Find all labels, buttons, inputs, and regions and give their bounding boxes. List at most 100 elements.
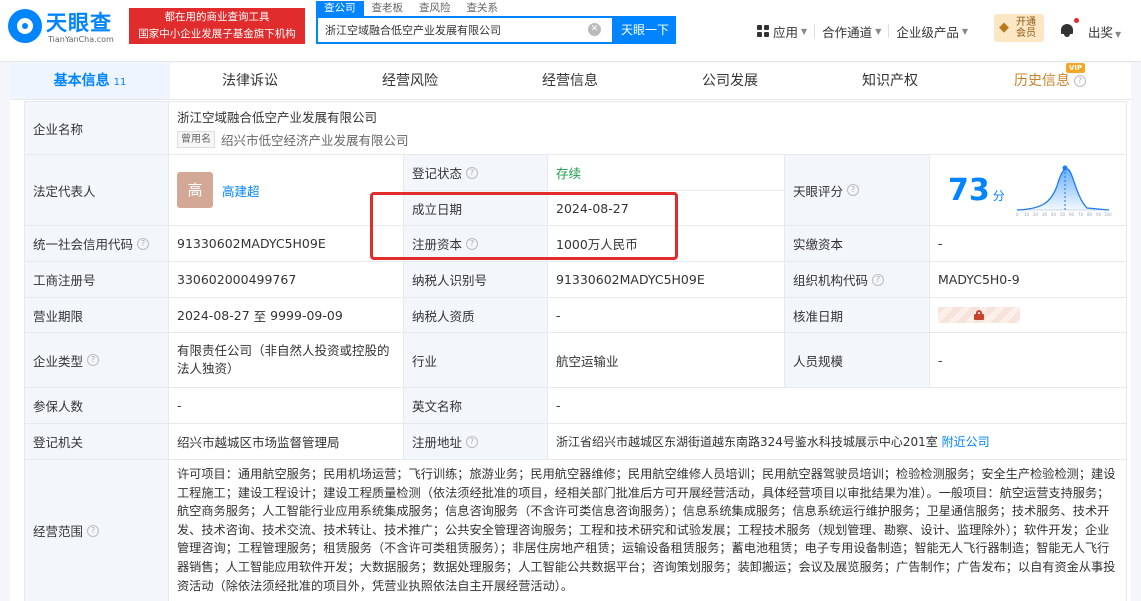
score-label: 天眼评分?	[785, 155, 930, 226]
used-name: 绍兴市低空经济产业发展有限公司	[221, 133, 409, 148]
tab-basic-info[interactable]: 基本信息 11	[10, 63, 170, 99]
avatar[interactable]: 高	[177, 172, 213, 208]
help-icon[interactable]: ?	[137, 237, 150, 250]
tab-development[interactable]: 公司发展	[650, 63, 810, 99]
lock-icon	[974, 310, 984, 320]
header-nav: 应用 ▼ 合作通道 ▼ 企业级产品 ▼	[757, 21, 968, 41]
tab-operations[interactable]: 经营信息	[490, 63, 650, 99]
search-tab-boss[interactable]: 查老板	[364, 1, 412, 16]
vip-line-2: 会员	[1016, 28, 1036, 39]
english-name-label: 英文名称	[404, 388, 548, 424]
help-icon[interactable]: ?	[87, 524, 100, 537]
svg-text:0: 0	[1016, 212, 1019, 217]
enterprise-label: 企业级产品	[896, 24, 959, 40]
svg-text:20: 20	[1033, 212, 1039, 217]
brand-logo[interactable]: 天眼查 TianYanCha.com	[8, 7, 124, 47]
user-menu-label: 出奖	[1088, 25, 1114, 40]
partner-menu[interactable]: 合作通道 ▼	[822, 22, 881, 41]
search-tab-company[interactable]: 查公司	[316, 1, 364, 16]
tab-count: 11	[113, 77, 127, 88]
brand-name: 天眼查	[46, 11, 112, 35]
eye-logo-icon	[8, 9, 42, 43]
authority-value: 绍兴市越城区市场监督管理局	[169, 424, 404, 460]
enterprise-menu[interactable]: 企业级产品 ▼	[896, 22, 968, 41]
help-icon[interactable]: ?	[872, 273, 885, 286]
search-type-tabs: 查公司 查老板 查风险 查关系	[316, 1, 506, 16]
chevron-down-icon: ▼	[1115, 30, 1122, 39]
found-date-label: 成立日期	[404, 191, 548, 226]
svg-text:60: 60	[1069, 212, 1075, 217]
locked-content[interactable]	[938, 307, 1020, 323]
taxpayer-qual-value: -	[548, 298, 785, 333]
org-code-value: MADYC5H0-9	[930, 262, 1127, 298]
term-value: 2024-08-27 至 9999-09-09	[169, 298, 404, 333]
svg-text:90: 90	[1096, 212, 1102, 217]
nearby-companies-link[interactable]: 附近公司	[942, 433, 990, 450]
svg-text:40: 40	[1051, 212, 1057, 217]
tab-label: 公司发展	[702, 73, 758, 89]
biz-reg-no-value: 330602000499767	[169, 262, 404, 298]
tab-history[interactable]: VIP 历史信息?	[970, 63, 1130, 99]
help-icon[interactable]: ?	[847, 184, 860, 196]
chevron-down-icon: ▼	[801, 26, 808, 36]
help-icon[interactable]: ?	[466, 166, 479, 179]
industry-value: 航空运输业	[548, 333, 785, 388]
search-tab-relation[interactable]: 查关系	[459, 1, 507, 16]
search-button[interactable]: 天眼一下	[614, 16, 676, 44]
scope-value: 许可项目：通用航空服务；民用机场运营；飞行训练；旅游业务；民用航空器维修；民用航…	[169, 460, 1127, 601]
tab-risk[interactable]: 经营风险	[330, 63, 490, 99]
taxpayer-id-label: 纳税人识别号	[404, 262, 548, 298]
term-label: 营业期限	[24, 298, 169, 333]
scope-label: 经营范围?	[24, 460, 169, 601]
diamond-icon: ◆	[999, 20, 1009, 35]
top-header: 天眼查 TianYanCha.com 都在用的商业查询工具 国家中小企业发展子基…	[0, 0, 1141, 62]
help-icon[interactable]: ?	[466, 435, 479, 448]
chevron-down-icon: ▼	[875, 26, 882, 36]
vip-tag: VIP	[1066, 63, 1086, 73]
insured-label: 参保人数	[24, 388, 169, 424]
credit-code-label: 统一社会信用代码?	[24, 226, 169, 262]
help-icon[interactable]: ?	[1074, 75, 1086, 87]
reg-capital-label: 注册资本?	[404, 226, 548, 262]
brand-domain: TianYanCha.com	[48, 35, 114, 44]
help-icon[interactable]: ?	[466, 237, 479, 250]
company-name: 浙江空域融合低空产业发展有限公司	[177, 110, 378, 125]
paid-capital-label: 实缴资本	[785, 226, 930, 262]
svg-text:100: 100	[1104, 212, 1112, 217]
promo-banner[interactable]: 都在用的商业查询工具 国家中小企业发展子基金旗下机构	[129, 8, 305, 44]
search-tab-risk[interactable]: 查风险	[411, 1, 459, 16]
clear-icon[interactable]: ✕	[588, 23, 601, 36]
tab-legal[interactable]: 法律诉讼	[170, 63, 330, 99]
score-cell[interactable]: 73 分 0 10 20 30 40 50 60 70 80 90 100	[930, 155, 1127, 226]
reg-status-value: 存续	[548, 155, 785, 191]
staff-size-label: 人员规模	[785, 333, 930, 388]
taxpayer-id-value: 91330602MADYC5H09E	[548, 262, 785, 298]
tab-ip[interactable]: 知识产权	[810, 63, 970, 99]
svg-text:50: 50	[1060, 212, 1066, 217]
vip-membership-button[interactable]: ◆ 开通 会员	[994, 14, 1044, 42]
tab-label: 知识产权	[862, 73, 918, 89]
insured-value: -	[169, 388, 404, 424]
apps-label: 应用	[773, 24, 799, 40]
english-name-value: -	[548, 388, 1127, 424]
address-label: 注册地址?	[404, 424, 548, 460]
authority-label: 登记机关	[24, 424, 169, 460]
taxpayer-qual-label: 纳税人资质	[404, 298, 548, 333]
search-box: ✕	[316, 16, 614, 44]
search-input[interactable]	[318, 18, 584, 42]
reg-capital-value: 1000万人民币	[548, 226, 785, 262]
legal-rep-cell: 高 高建超	[169, 155, 404, 226]
reg-status-label: 登记状态?	[404, 155, 548, 191]
vip-line-1: 开通	[1016, 17, 1036, 28]
user-menu[interactable]: 出奖 ▼	[1088, 22, 1121, 41]
apps-menu[interactable]: 应用 ▼	[757, 22, 807, 41]
divider	[814, 24, 816, 38]
notification-dot	[1074, 18, 1079, 23]
legal-rep-link[interactable]: 高建超	[222, 181, 260, 200]
help-icon[interactable]: ?	[87, 354, 100, 366]
org-code-label: 组织机构代码?	[785, 262, 930, 298]
detail-tabs: 基本信息 11 法律诉讼 经营风险 经营信息 公司发展 知识产权 VIP 历史信息…	[10, 63, 1131, 100]
svg-text:10: 10	[1024, 212, 1030, 217]
chevron-down-icon: ▼	[961, 26, 969, 36]
bell-icon[interactable]	[1060, 22, 1074, 37]
